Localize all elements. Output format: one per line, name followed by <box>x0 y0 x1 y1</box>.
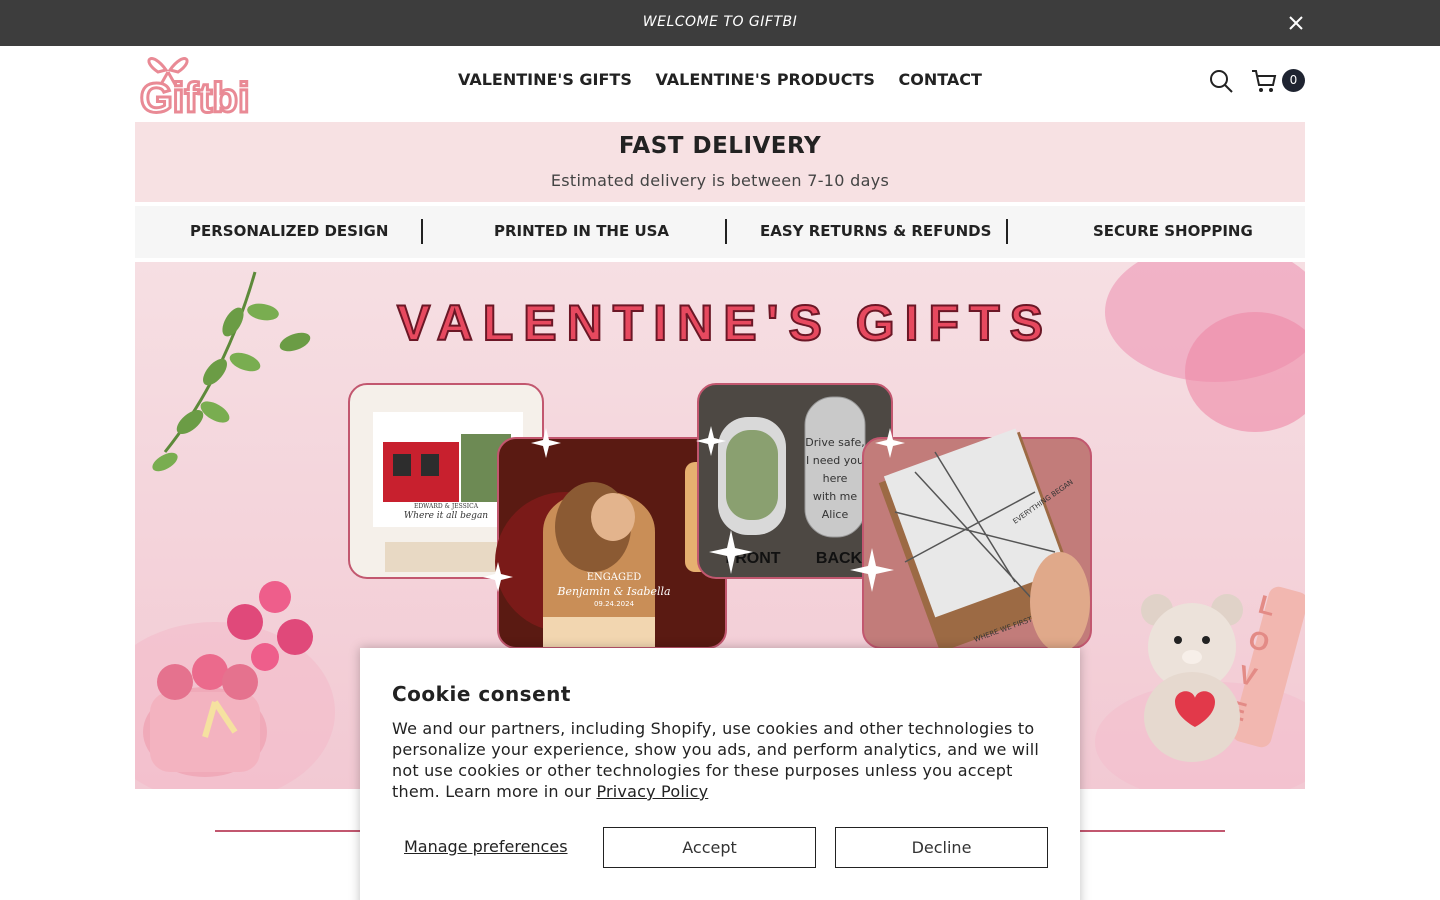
svg-text:with me: with me <box>813 490 858 503</box>
close-icon[interactable] <box>1286 13 1306 33</box>
accept-button[interactable]: Accept <box>603 827 816 868</box>
svg-text:Alice: Alice <box>822 508 849 521</box>
photo-plaque-product: ENGAGED Benjamin & Isabella 09.24.2024 <box>495 437 727 649</box>
nav-contact[interactable]: CONTACT <box>899 70 982 89</box>
cookie-consent-dialog: Cookie consent We and our partners, incl… <box>360 648 1080 900</box>
feature-divider <box>421 219 423 244</box>
map-wallet-product: EVERYTHING BEGAN WHERE WE FIRST MET <box>862 428 1092 653</box>
privacy-policy-link[interactable]: Privacy Policy <box>596 782 708 801</box>
section-divider-right <box>1065 830 1225 832</box>
svg-text:I need you: I need you <box>806 454 864 467</box>
cart-icon[interactable] <box>1250 67 1278 95</box>
svg-text:Benjamin & Isabella: Benjamin & Isabella <box>556 585 670 598</box>
section-divider-left <box>215 830 375 832</box>
delivery-subtitle: Estimated delivery is between 7-10 days <box>550 171 890 190</box>
announcement-bar: WELCOME TO GIFTBI <box>0 0 1440 46</box>
search-icon[interactable] <box>1207 67 1235 95</box>
hero-title: VALENTINE'S GIFTS <box>397 295 1053 351</box>
cart-count-badge[interactable]: 0 <box>1282 69 1305 92</box>
feature-printed-usa: PRINTED IN THE USA <box>494 222 670 240</box>
announcement-text: WELCOME TO GIFTBI <box>642 14 798 30</box>
cookie-title: Cookie consent <box>392 682 571 706</box>
svg-text:ENGAGED: ENGAGED <box>587 572 642 583</box>
feature-divider <box>725 219 727 244</box>
svg-text:09.24.2024: 09.24.2024 <box>594 600 635 608</box>
svg-text:BACK: BACK <box>816 550 863 567</box>
feature-secure-shopping: SECURE SHOPPING <box>1093 222 1253 240</box>
feature-divider <box>1006 219 1008 244</box>
nav-valentines-gifts[interactable]: VALENTINE'S GIFTS <box>458 70 632 89</box>
cookie-body: We and our partners, including Shopify, … <box>392 718 1052 802</box>
feature-personalized-design: PERSONALIZED DESIGN <box>190 222 389 240</box>
cookie-body-text: We and our partners, including Shopify, … <box>392 719 1040 801</box>
feature-easy-returns: EASY RETURNS & REFUNDS <box>760 222 992 240</box>
svg-text:Where it all began: Where it all began <box>404 511 488 521</box>
delivery-banner: FAST DELIVERY Estimated delivery is betw… <box>135 122 1305 202</box>
nav-valentines-products[interactable]: VALENTINE'S PRODUCTS <box>655 70 874 89</box>
delivery-title: FAST DELIVERY <box>618 133 822 159</box>
svg-text:here: here <box>823 472 848 485</box>
decline-button[interactable]: Decline <box>835 827 1048 868</box>
manage-preferences-link[interactable]: Manage preferences <box>404 837 568 856</box>
features-bar: PERSONALIZED DESIGN PRINTED IN THE USA E… <box>135 206 1305 258</box>
svg-text:Drive safe,: Drive safe, <box>805 436 864 449</box>
svg-text:EDWARD & JESSICA: EDWARD & JESSICA <box>414 503 479 510</box>
